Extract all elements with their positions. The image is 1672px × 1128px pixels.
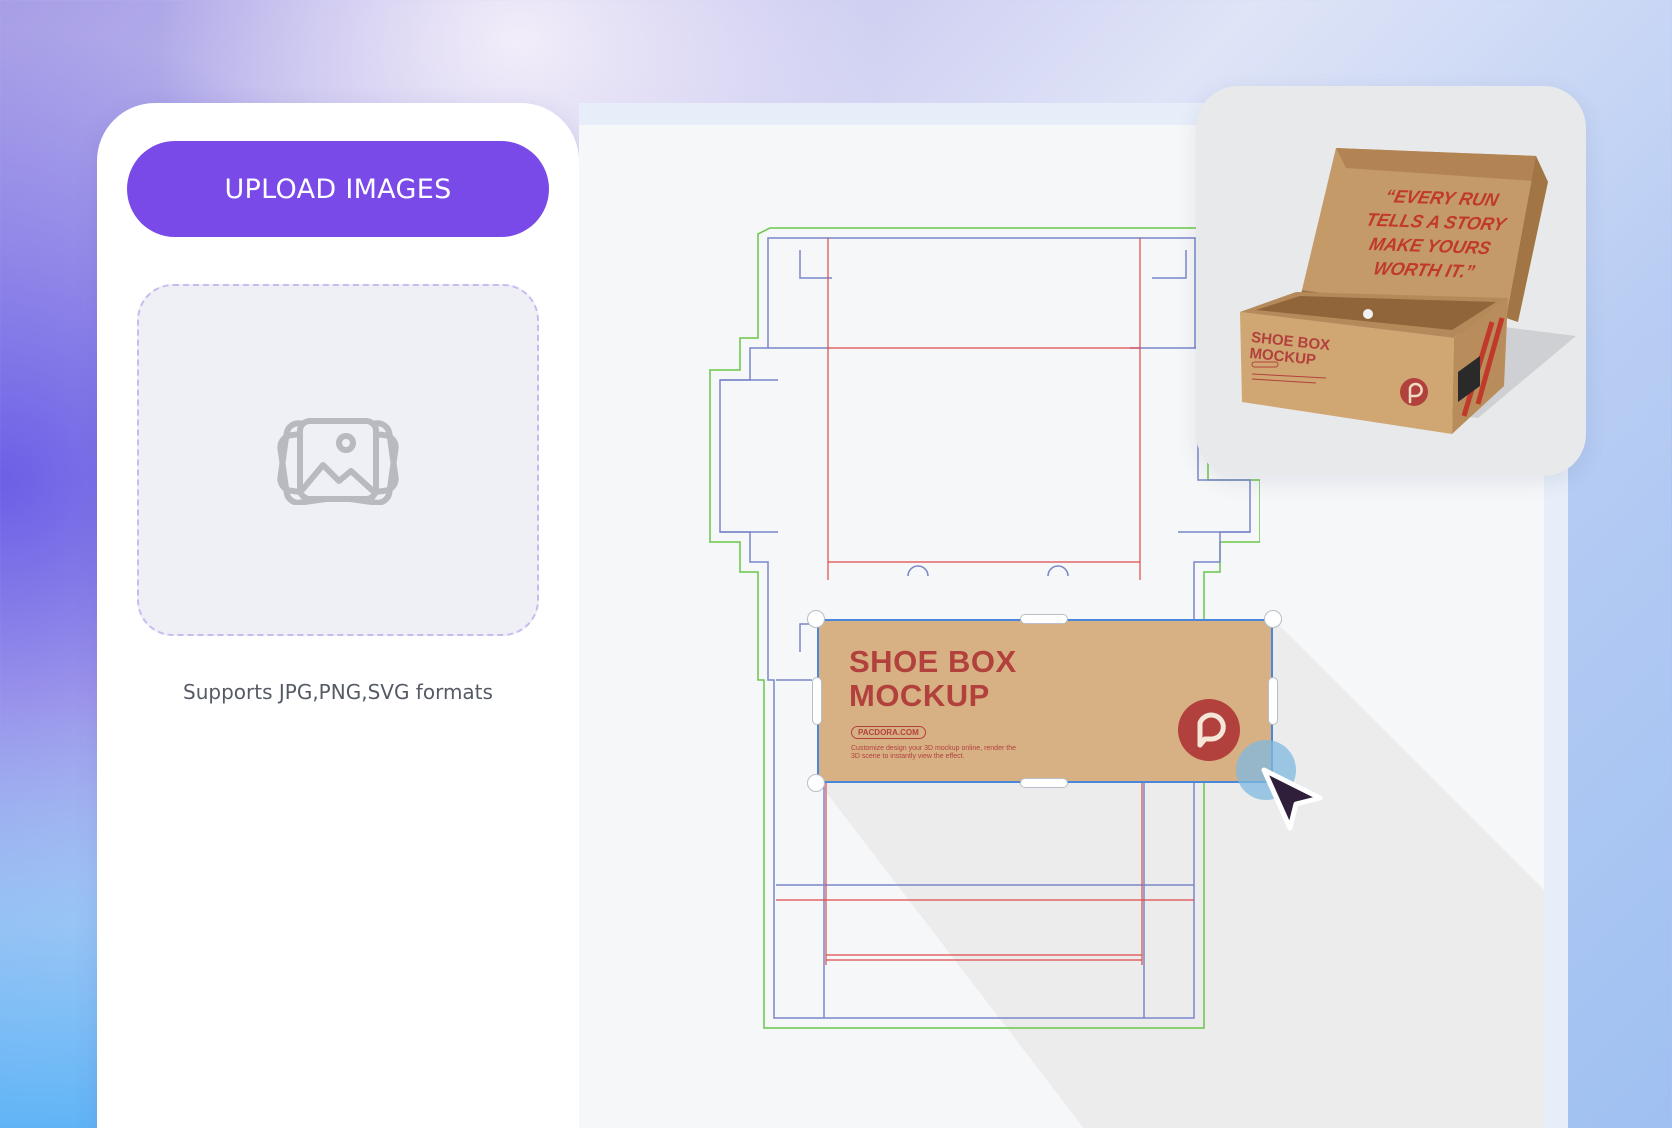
pointer-cursor-icon xyxy=(1236,740,1323,831)
label-tagline: Customize design your 3D mockup online, … xyxy=(851,745,1016,760)
fold-lines xyxy=(776,238,1194,965)
lid-quote-text: “EVERY RUN TELLS A STORY MAKE YOURS WORT… xyxy=(1364,186,1508,282)
pacdora-logo-icon xyxy=(1178,699,1240,761)
upload-images-button[interactable]: UPLOAD IMAGES xyxy=(127,141,549,237)
resize-handle-top-right[interactable] xyxy=(1264,610,1282,628)
selected-label-graphic[interactable]: SHOE BOX MOCKUP PACDORA.COM Customize de… xyxy=(817,619,1273,783)
3d-preview-card[interactable]: “EVERY RUN TELLS A STORY MAKE YOURS WORT… xyxy=(1196,86,1586,476)
resize-handle-bottom-left[interactable] xyxy=(807,774,825,792)
supported-formats-note: Supports JPG,PNG,SVG formats xyxy=(183,680,493,704)
images-icon xyxy=(277,418,399,505)
resize-handle-left[interactable] xyxy=(812,677,822,725)
label-title: SHOE BOX MOCKUP xyxy=(849,644,1017,713)
shoe-box-3d-render xyxy=(1240,148,1576,434)
label-url-badge: PACDORA.COM xyxy=(851,726,926,739)
image-dropzone[interactable] xyxy=(137,284,539,636)
resize-handle-top[interactable] xyxy=(1020,614,1068,624)
resize-handle-top-left[interactable] xyxy=(807,610,825,628)
upload-panel: UPLOAD IMAGES Supports JPG,PNG,SVG forma… xyxy=(97,103,579,1128)
resize-handle-bottom[interactable] xyxy=(1020,778,1068,788)
resize-handle-right[interactable] xyxy=(1268,677,1278,725)
